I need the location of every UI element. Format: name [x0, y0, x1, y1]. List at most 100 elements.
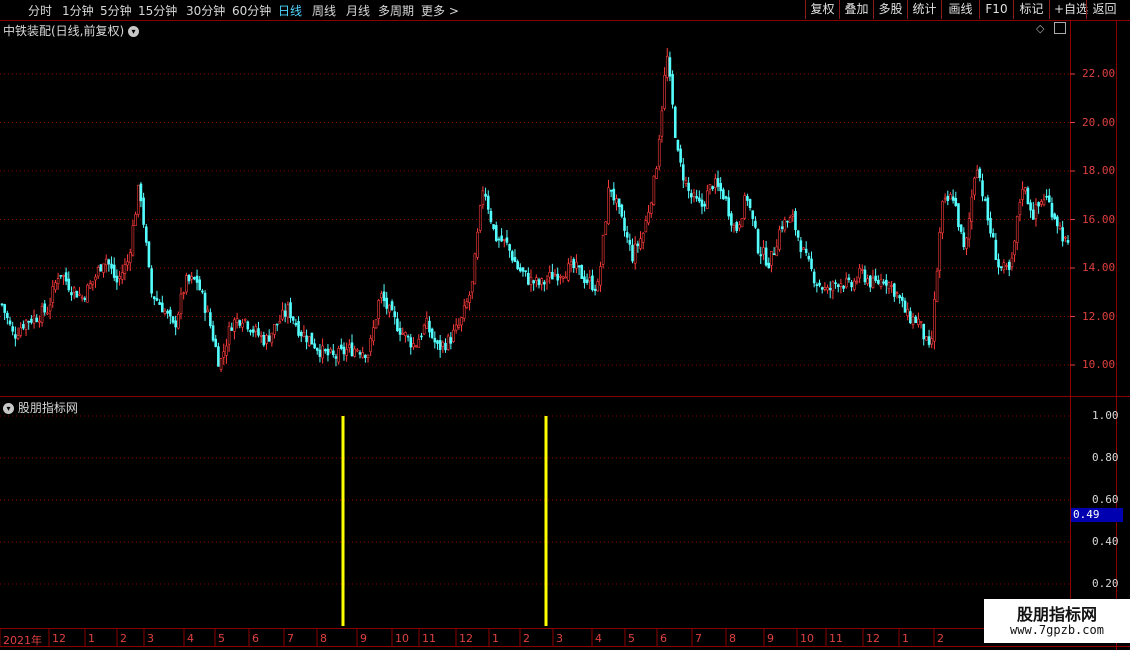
candle — [949, 194, 952, 200]
candle — [182, 292, 185, 295]
candle — [1053, 213, 1056, 220]
candle — [738, 224, 741, 229]
candle — [716, 178, 720, 187]
time-axis-label: 11 — [422, 632, 436, 645]
candle — [743, 195, 747, 219]
candle — [751, 210, 755, 219]
candle — [166, 310, 169, 314]
watermark-name: 股朋指标网 — [1016, 605, 1097, 624]
candle — [1061, 227, 1064, 242]
candle — [698, 197, 701, 202]
candle — [486, 195, 490, 210]
candle — [609, 189, 613, 192]
candle — [302, 332, 306, 337]
candle — [719, 183, 722, 192]
candle — [273, 324, 276, 335]
candle — [470, 281, 474, 293]
candle — [340, 344, 343, 349]
time-axis-label: 6 — [252, 632, 259, 645]
candle — [329, 349, 332, 353]
candle — [513, 257, 517, 263]
signal-series — [341, 416, 548, 626]
candle — [152, 296, 156, 300]
candle — [492, 224, 495, 230]
candle — [241, 322, 244, 328]
candle — [142, 197, 145, 225]
chevron-down-icon[interactable]: ▾ — [3, 403, 14, 414]
price-label: 22.00 — [1082, 67, 1116, 80]
time-axis-label: 8 — [729, 632, 736, 645]
price-label: 12.00 — [1082, 309, 1116, 323]
candle — [401, 332, 405, 335]
candle — [169, 309, 172, 317]
candle — [334, 356, 338, 359]
candle — [112, 264, 116, 278]
candle — [935, 270, 939, 302]
candle — [828, 287, 832, 291]
candle — [519, 267, 522, 272]
indicator-title[interactable]: ▾ 股朋指标网 — [3, 399, 78, 416]
candle — [543, 281, 546, 285]
candle — [649, 202, 653, 214]
candle — [104, 258, 108, 266]
candle — [297, 321, 300, 336]
candle — [430, 328, 434, 338]
candle — [22, 324, 25, 329]
candle — [502, 239, 506, 241]
candle — [62, 275, 65, 277]
time-axis-label: 3 — [556, 632, 563, 645]
candle — [561, 276, 565, 279]
candle — [126, 261, 129, 266]
candle — [409, 337, 413, 348]
candle — [337, 348, 340, 363]
candle — [647, 211, 650, 224]
candle — [604, 221, 608, 235]
candle — [708, 184, 712, 190]
candle — [532, 280, 535, 284]
candle — [855, 280, 859, 283]
candle — [454, 324, 458, 331]
candle — [1015, 216, 1019, 243]
candle — [484, 193, 487, 197]
candle — [577, 265, 581, 268]
candle — [583, 276, 586, 283]
candle — [866, 278, 869, 284]
candle — [217, 346, 220, 367]
candle — [40, 305, 44, 323]
candle — [641, 233, 645, 243]
candle — [818, 282, 821, 286]
candle — [201, 290, 204, 293]
candle — [545, 279, 549, 283]
candle — [107, 259, 111, 265]
candle — [0, 303, 4, 306]
candle — [524, 270, 527, 272]
candle — [521, 267, 525, 272]
candle — [249, 329, 252, 333]
candle — [305, 335, 308, 343]
candle — [548, 271, 551, 278]
candle — [951, 196, 955, 201]
time-axis-label: 10 — [800, 632, 814, 645]
candle — [118, 276, 121, 279]
candle — [983, 199, 987, 201]
time-axis-label: 8 — [320, 632, 327, 645]
candle — [358, 352, 362, 355]
candle — [193, 277, 196, 280]
candle — [270, 332, 274, 344]
candle — [607, 187, 610, 225]
candle — [275, 323, 279, 326]
candle — [198, 279, 202, 291]
candle — [941, 201, 944, 234]
candle — [281, 309, 284, 320]
candle — [556, 273, 560, 281]
price-label: 20.00 — [1082, 115, 1116, 129]
candle — [663, 75, 666, 109]
candle — [885, 279, 888, 286]
candle — [452, 329, 455, 342]
candle — [783, 219, 787, 231]
candle-series — [0, 47, 1070, 372]
candle — [999, 266, 1003, 269]
candle — [286, 304, 290, 318]
time-axis-label: 2 — [523, 632, 530, 645]
candle — [404, 332, 407, 337]
